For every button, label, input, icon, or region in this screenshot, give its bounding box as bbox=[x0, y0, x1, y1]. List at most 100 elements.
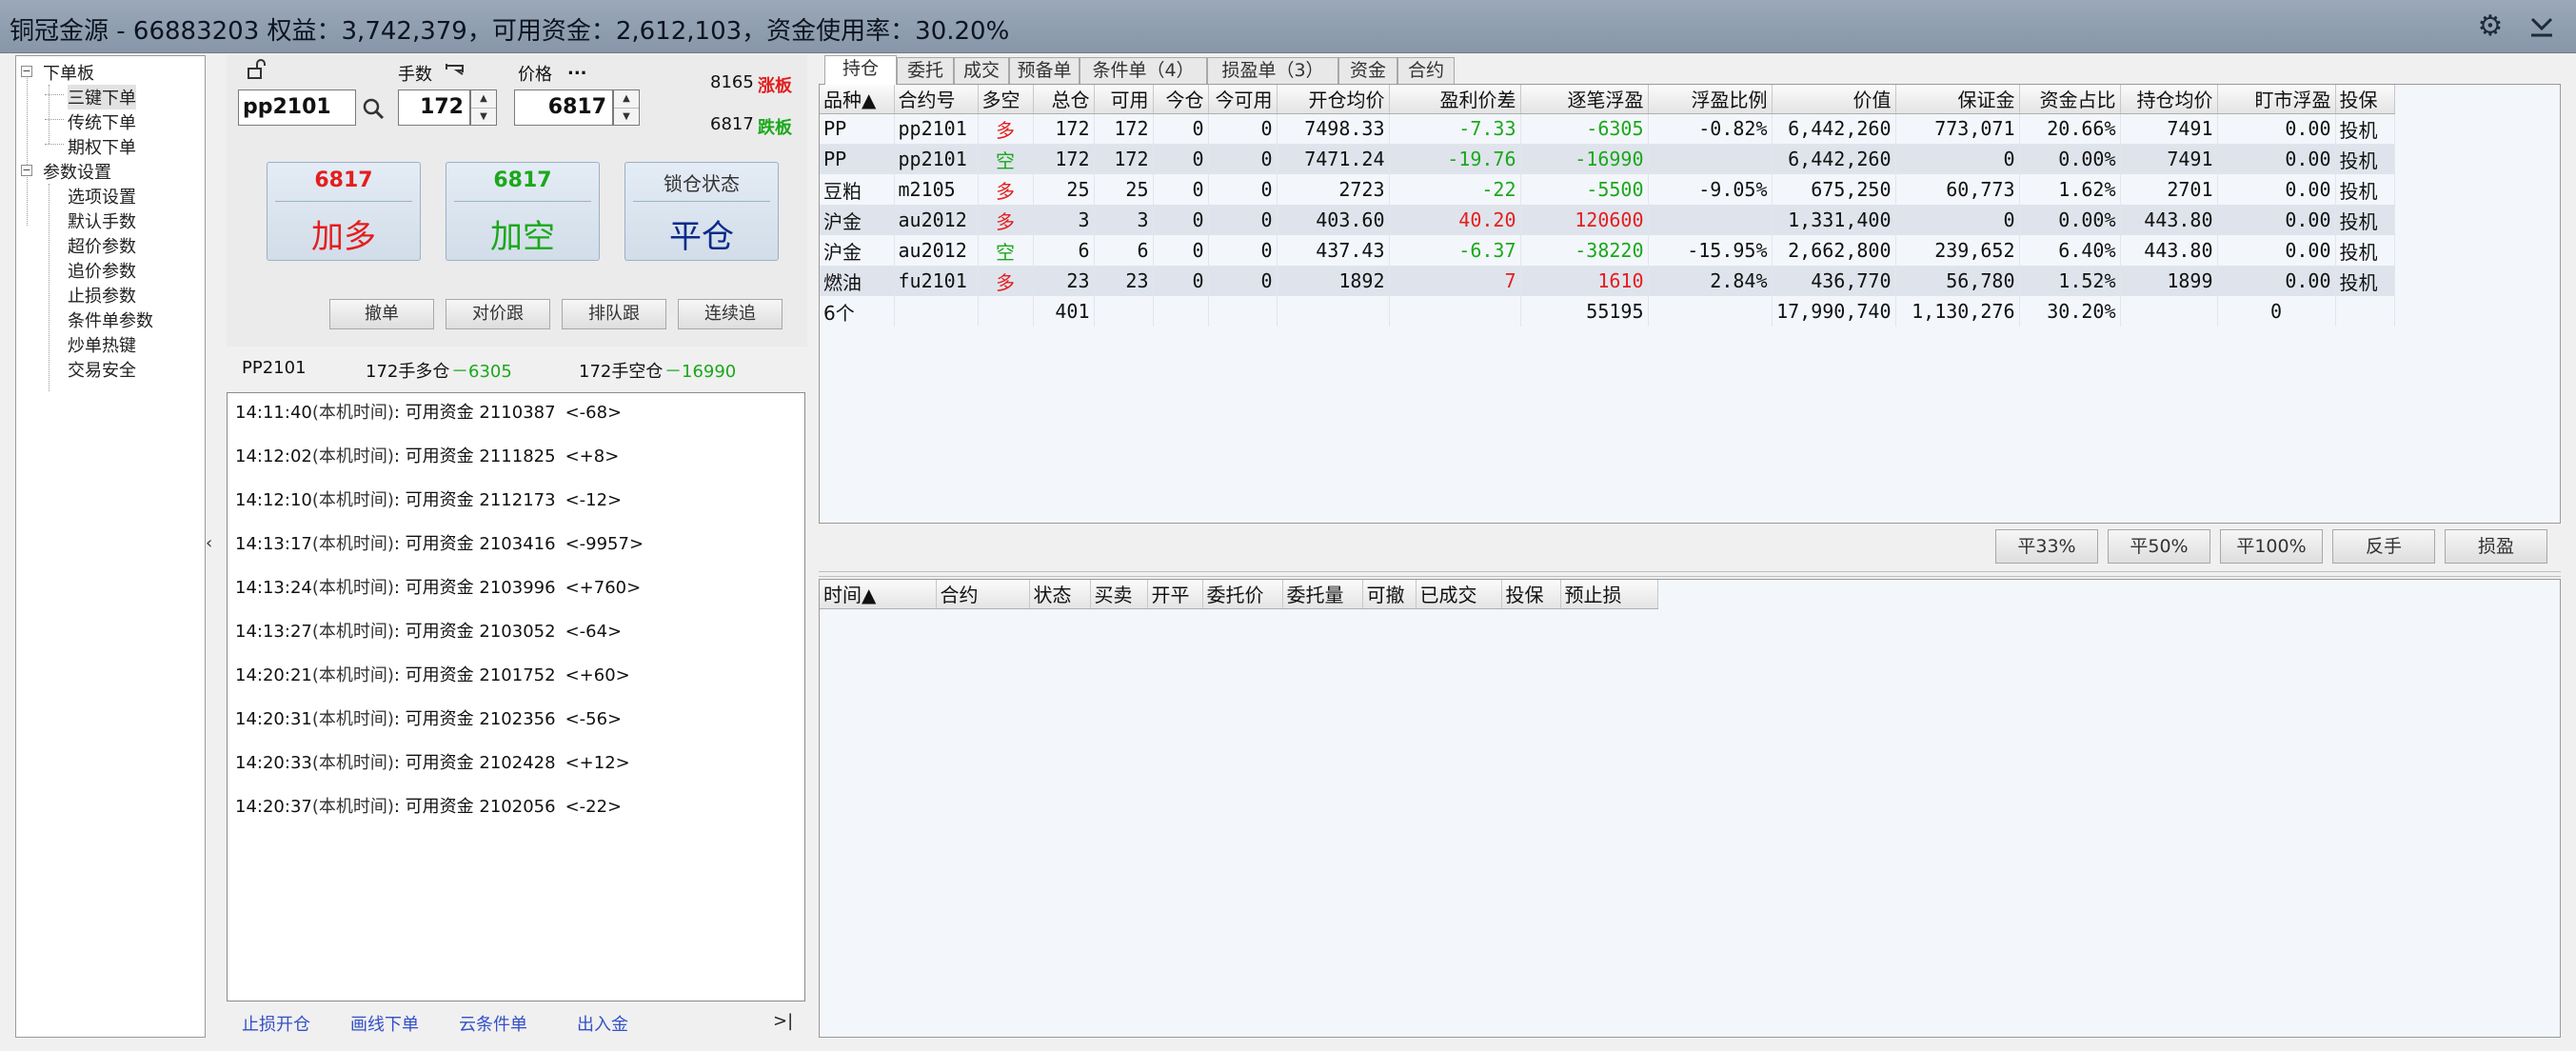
tab-conditional[interactable]: 条件单（4） bbox=[1080, 57, 1207, 84]
splitter[interactable] bbox=[819, 571, 2561, 577]
tab-prepared[interactable]: 预备单 bbox=[1009, 57, 1080, 84]
close-33-button[interactable]: 平33% bbox=[1995, 529, 2098, 564]
price-stepper[interactable]: ▲ ▼ bbox=[613, 89, 640, 126]
column-header[interactable]: 合约 bbox=[936, 580, 1030, 609]
tree-item-default-lots[interactable]: 默认手数 bbox=[68, 208, 136, 233]
table-cell: 40.20 bbox=[1389, 205, 1521, 235]
column-header[interactable]: 今可用 bbox=[1208, 85, 1278, 114]
tree-item-options[interactable]: 选项设置 bbox=[68, 184, 136, 208]
log-entry: 14:11:40(本机时间): 可用资金 2110387 <-68> bbox=[235, 399, 622, 424]
stop-profit-button[interactable]: 损盈 bbox=[2445, 529, 2547, 564]
column-header[interactable]: 委托价 bbox=[1202, 580, 1283, 609]
contract-input[interactable]: pp2101 bbox=[238, 89, 356, 126]
lots-stepper[interactable]: ▲ ▼ bbox=[470, 89, 497, 126]
table-cell: 172 bbox=[1033, 113, 1095, 144]
table-cell: 1.52% bbox=[2019, 266, 2121, 296]
stoploss-open-link[interactable]: 止损开仓 bbox=[242, 1011, 310, 1036]
tree-item-chase[interactable]: 追价参数 bbox=[68, 258, 136, 283]
cloud-condition-link[interactable]: 云条件单 bbox=[459, 1011, 527, 1036]
line-order-link[interactable]: 画线下单 bbox=[350, 1011, 419, 1036]
column-header[interactable]: 开仓均价 bbox=[1277, 85, 1390, 114]
cancel-order-button[interactable]: 撤单 bbox=[329, 299, 434, 329]
tree-item-stoploss[interactable]: 止损参数 bbox=[68, 283, 136, 307]
tree-item-hotkeys[interactable]: 炒单热键 bbox=[68, 332, 136, 357]
collapse-panel-icon[interactable]: ‹ bbox=[206, 533, 217, 553]
lots-input[interactable]: 172 bbox=[398, 89, 470, 126]
log-tag: (本机时间) bbox=[311, 665, 394, 685]
column-header[interactable]: 开平 bbox=[1147, 580, 1203, 609]
tree-group-params[interactable]: 参数设置 bbox=[43, 159, 111, 184]
log-delta: <-22> bbox=[565, 797, 623, 817]
column-header[interactable]: 买卖 bbox=[1090, 580, 1148, 609]
deposit-withdraw-link[interactable]: 出入金 bbox=[577, 1011, 628, 1036]
column-header[interactable]: 可撤 bbox=[1362, 580, 1417, 609]
table-cell: 投机 bbox=[2335, 266, 2395, 296]
log-value: 2102428 bbox=[479, 753, 556, 773]
download-icon[interactable] bbox=[2525, 10, 2559, 44]
column-header[interactable]: 资金占比 bbox=[2019, 85, 2121, 114]
tree-item-security[interactable]: 交易安全 bbox=[68, 357, 136, 382]
tab-orders[interactable]: 委托 bbox=[897, 57, 954, 84]
column-header[interactable]: 投保 bbox=[2335, 85, 2395, 114]
column-header[interactable]: 今仓 bbox=[1153, 85, 1209, 114]
expand-right-icon[interactable]: >| bbox=[773, 1011, 793, 1031]
column-header[interactable]: 预止损 bbox=[1560, 580, 1658, 609]
tree-item-condition[interactable]: 条件单参数 bbox=[68, 307, 153, 332]
table-cell: 燃油 bbox=[820, 266, 895, 296]
sell-short-button[interactable]: 6817 加空 bbox=[446, 162, 600, 261]
queue-chase-button[interactable]: 排队跟 bbox=[562, 299, 666, 329]
column-header[interactable]: 逐笔浮盈 bbox=[1520, 85, 1649, 114]
column-header[interactable]: 投保 bbox=[1501, 580, 1561, 609]
column-header[interactable]: 品种▲ bbox=[820, 85, 895, 114]
column-header[interactable]: 时间▲ bbox=[820, 580, 937, 609]
tab-stop-profit[interactable]: 损盈单（3） bbox=[1207, 57, 1338, 84]
tab-contracts[interactable]: 合约 bbox=[1397, 57, 1455, 84]
table-row[interactable]: PP pp2101 多 172 172 0 0 7498.33 -7.33 -6305 -0.82%… bbox=[820, 113, 2395, 144]
close-50-button[interactable]: 平50% bbox=[2108, 529, 2210, 564]
tab-positions[interactable]: 持仓 bbox=[824, 55, 897, 85]
column-header[interactable]: 浮盈比例 bbox=[1648, 85, 1773, 114]
table-cell: 7471.24 bbox=[1277, 144, 1390, 174]
table-row[interactable]: 沪金 au2012 空 6 6 0 0 437.43 -6.37 -38220 -15.95% 2,6… bbox=[820, 235, 2395, 266]
tree-group-order[interactable]: 下单板 bbox=[43, 60, 94, 85]
column-header[interactable]: 合约号 bbox=[894, 85, 979, 114]
continuous-chase-button[interactable]: 连续追 bbox=[678, 299, 783, 329]
table-row[interactable]: 沪金 au2012 多 3 3 0 0 403.60 40.20 120600 1,331,400 0… bbox=[820, 205, 2395, 235]
buy-long-button[interactable]: 6817 加多 bbox=[267, 162, 421, 261]
gear-icon[interactable]: ⚙ bbox=[2473, 10, 2507, 44]
close-position-button[interactable]: 锁仓状态 平仓 bbox=[624, 162, 779, 261]
column-header[interactable]: 持仓均价 bbox=[2120, 85, 2218, 114]
table-row[interactable]: 豆粕 m2105 多 25 25 0 0 2723 -22 -5500 -9.05% 675,250 6… bbox=[820, 174, 2395, 205]
table-row[interactable]: PP pp2101 空 172 172 0 0 7471.24 -19.76 -16990 6,44… bbox=[820, 144, 2395, 174]
table-cell: 0 bbox=[1895, 144, 2020, 174]
column-header[interactable]: 盯市浮盈 bbox=[2217, 85, 2336, 114]
column-header[interactable]: 已成交 bbox=[1416, 580, 1502, 609]
column-header[interactable]: 总仓 bbox=[1033, 85, 1095, 114]
column-header[interactable]: 盈利价差 bbox=[1389, 85, 1521, 114]
table-row[interactable]: 燃油 fu2101 多 23 23 0 0 1892 7 1610 2.84% 436,770 56,7… bbox=[820, 266, 2395, 296]
tab-trades[interactable]: 成交 bbox=[954, 57, 1009, 84]
reverse-button[interactable]: 反手 bbox=[2332, 529, 2435, 564]
price-input[interactable]: 6817 bbox=[514, 89, 613, 126]
column-header[interactable]: 价值 bbox=[1772, 85, 1896, 114]
column-header[interactable]: 多空 bbox=[978, 85, 1034, 114]
tab-funds[interactable]: 资金 bbox=[1338, 57, 1397, 84]
lock-icon[interactable] bbox=[246, 59, 268, 80]
tree-item-option-order[interactable]: 期权下单 bbox=[68, 134, 136, 159]
tree-item-overprice[interactable]: 超价参数 bbox=[68, 233, 136, 258]
close-100-button[interactable]: 平100% bbox=[2220, 529, 2323, 564]
log-label: : 可用资金 bbox=[393, 753, 480, 773]
column-header[interactable]: 保证金 bbox=[1895, 85, 2020, 114]
table-cell: 7491 bbox=[2120, 113, 2218, 144]
tree-item-three-key-order[interactable]: 三键下单 bbox=[68, 85, 136, 109]
search-icon[interactable] bbox=[362, 97, 385, 120]
column-header[interactable]: 状态 bbox=[1029, 580, 1091, 609]
collapse-toggle-icon[interactable]: − bbox=[21, 165, 32, 176]
opponent-chase-button[interactable]: 对价跟 bbox=[446, 299, 550, 329]
price-menu-button[interactable]: ... bbox=[567, 59, 587, 79]
tree-item-traditional-order[interactable]: 传统下单 bbox=[68, 109, 136, 134]
swap-icon[interactable] bbox=[444, 61, 468, 80]
column-header[interactable]: 委托量 bbox=[1282, 580, 1363, 609]
collapse-toggle-icon[interactable]: − bbox=[21, 66, 32, 77]
column-header[interactable]: 可用 bbox=[1094, 85, 1154, 114]
